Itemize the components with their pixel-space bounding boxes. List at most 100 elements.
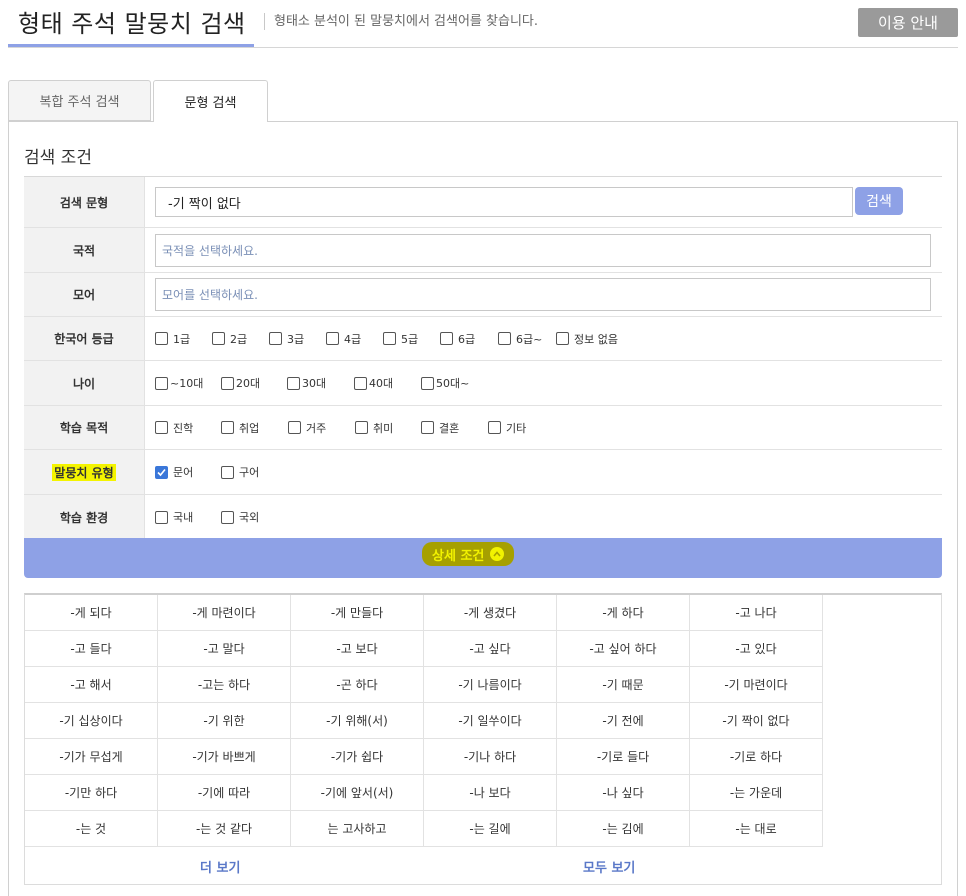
pattern-result-item[interactable]: -고 말다: [158, 631, 291, 667]
checkbox[interactable]: [287, 376, 300, 390]
pattern-result-item[interactable]: 는 고사하고: [291, 811, 424, 847]
purpose-option[interactable]: 진학: [155, 420, 193, 436]
pattern-result-item[interactable]: -기 나름이다: [424, 667, 557, 703]
age-option[interactable]: 30대: [287, 375, 326, 391]
pattern-result-item[interactable]: -고 들다: [25, 631, 158, 667]
pattern-result-item[interactable]: -기 위해(서): [291, 703, 424, 739]
purpose-option[interactable]: 거주: [288, 420, 326, 436]
search-button[interactable]: 검색: [855, 187, 903, 215]
pattern-result-item[interactable]: -고 싶어 하다: [557, 631, 690, 667]
pattern-result-item[interactable]: -나 보다: [424, 775, 557, 811]
corpus-type-option[interactable]: 구어: [221, 464, 259, 480]
pattern-input[interactable]: -기 짝이 없다: [155, 187, 853, 217]
checkbox[interactable]: [221, 510, 234, 524]
pattern-result-item[interactable]: -기가 바쁘게: [158, 739, 291, 775]
level-option[interactable]: 6급: [440, 331, 475, 347]
checkbox[interactable]: [221, 376, 234, 390]
pattern-result-item[interactable]: -나 싶다: [557, 775, 690, 811]
pattern-result-item[interactable]: -기에 앞서(서): [291, 775, 424, 811]
level-option[interactable]: 5급: [383, 331, 418, 347]
pattern-result-item[interactable]: -기 때문: [557, 667, 690, 703]
pattern-result-item[interactable]: -기가 쉽다: [291, 739, 424, 775]
checkbox[interactable]: [355, 421, 368, 434]
checkbox[interactable]: [498, 332, 511, 345]
purpose-option[interactable]: 취미: [355, 420, 393, 436]
age-option[interactable]: ~10대: [155, 375, 203, 391]
checkbox[interactable]: [326, 332, 339, 345]
level-option[interactable]: 정보 없음: [556, 331, 618, 347]
pattern-result-item[interactable]: -는 것 같다: [158, 811, 291, 847]
level-option[interactable]: 6급~: [498, 331, 542, 347]
checkbox[interactable]: [221, 465, 234, 479]
pattern-result-item[interactable]: -기나 하다: [424, 739, 557, 775]
pattern-result-item[interactable]: -기가 무섭게: [25, 739, 158, 775]
pattern-result-item[interactable]: -기 위한: [158, 703, 291, 739]
pattern-result-item[interactable]: -게 만들다: [291, 595, 424, 631]
level-option[interactable]: 3급: [269, 331, 304, 347]
checkbox[interactable]: [155, 376, 168, 390]
nationality-select[interactable]: 국적을 선택하세요.: [155, 234, 931, 267]
tab-complex-annotation-search[interactable]: 복합 주석 검색: [8, 80, 151, 121]
pattern-result-item[interactable]: -는 대로: [690, 811, 823, 847]
pattern-result-item[interactable]: -게 생겼다: [424, 595, 557, 631]
pattern-result-item[interactable]: -게 마련이다: [158, 595, 291, 631]
age-option[interactable]: 20대: [221, 375, 260, 391]
checkbox[interactable]: [488, 421, 501, 434]
pattern-result-item[interactable]: -고는 하다: [158, 667, 291, 703]
pattern-result-item[interactable]: -는 가운데: [690, 775, 823, 811]
pattern-result-item[interactable]: -고 나다: [690, 595, 823, 631]
show-all-link[interactable]: 모두 보기: [583, 857, 635, 876]
pattern-result-item[interactable]: -고 보다: [291, 631, 424, 667]
section-title: 검색 조건: [24, 148, 92, 168]
checkbox[interactable]: [383, 332, 396, 345]
pattern-result-item[interactable]: -기 일쑤이다: [424, 703, 557, 739]
help-button[interactable]: 이용 안내: [858, 8, 958, 37]
level-option[interactable]: 4급: [326, 331, 361, 347]
tab-pattern-search[interactable]: 문형 검색: [153, 80, 268, 122]
checkbox[interactable]: [155, 510, 168, 524]
pattern-result-item[interactable]: -곤 하다: [291, 667, 424, 703]
pattern-result-item[interactable]: -기에 따라: [158, 775, 291, 811]
corpus-type-option[interactable]: 문어: [155, 464, 193, 480]
pattern-result-item[interactable]: -게 하다: [557, 595, 690, 631]
checkbox[interactable]: [288, 421, 301, 434]
pattern-result-item[interactable]: -기 짝이 없다: [690, 703, 823, 739]
checkbox[interactable]: [440, 332, 453, 345]
more-link[interactable]: 더 보기: [200, 857, 240, 876]
purpose-option[interactable]: 취업: [221, 420, 259, 436]
purpose-option[interactable]: 결혼: [421, 420, 459, 436]
checkbox[interactable]: [421, 421, 434, 434]
checkbox[interactable]: [155, 421, 168, 434]
checkbox[interactable]: [269, 332, 282, 345]
pattern-result-item[interactable]: -는 김에: [557, 811, 690, 847]
pattern-result-item[interactable]: -기 마련이다: [690, 667, 823, 703]
pattern-result-item[interactable]: -고 싶다: [424, 631, 557, 667]
level-option[interactable]: 1급: [155, 331, 190, 347]
purpose-option[interactable]: 기타: [488, 420, 526, 436]
pattern-result-item[interactable]: -기만 하다: [25, 775, 158, 811]
checkbox[interactable]: [354, 376, 367, 390]
row-environment: 학습 환경 국내 국외: [24, 495, 942, 539]
checkbox[interactable]: [556, 332, 569, 345]
pattern-result-item[interactable]: -기로 하다: [690, 739, 823, 775]
pattern-result-item[interactable]: -게 되다: [25, 595, 158, 631]
detail-conditions-toggle[interactable]: 상세 조건: [422, 542, 515, 566]
age-option[interactable]: 50대~: [421, 375, 469, 391]
environment-option[interactable]: 국내: [155, 509, 193, 525]
pattern-result-item[interactable]: -기 전에: [557, 703, 690, 739]
pattern-result-item[interactable]: -고 있다: [690, 631, 823, 667]
pattern-result-item[interactable]: -는 것: [25, 811, 158, 847]
checkbox[interactable]: [221, 421, 234, 434]
checkbox[interactable]: [155, 332, 168, 345]
pattern-result-item[interactable]: -기로 들다: [557, 739, 690, 775]
mother-tongue-select[interactable]: 모어를 선택하세요.: [155, 278, 931, 311]
age-option[interactable]: 40대: [354, 375, 393, 391]
checkbox[interactable]: [421, 376, 434, 390]
pattern-result-item[interactable]: -고 해서: [25, 667, 158, 703]
level-option[interactable]: 2급: [212, 331, 247, 347]
checkbox[interactable]: [212, 332, 225, 345]
pattern-result-item[interactable]: -는 길에: [424, 811, 557, 847]
checkbox-checked[interactable]: [155, 465, 168, 479]
pattern-result-item[interactable]: -기 십상이다: [25, 703, 158, 739]
environment-option[interactable]: 국외: [221, 509, 259, 525]
